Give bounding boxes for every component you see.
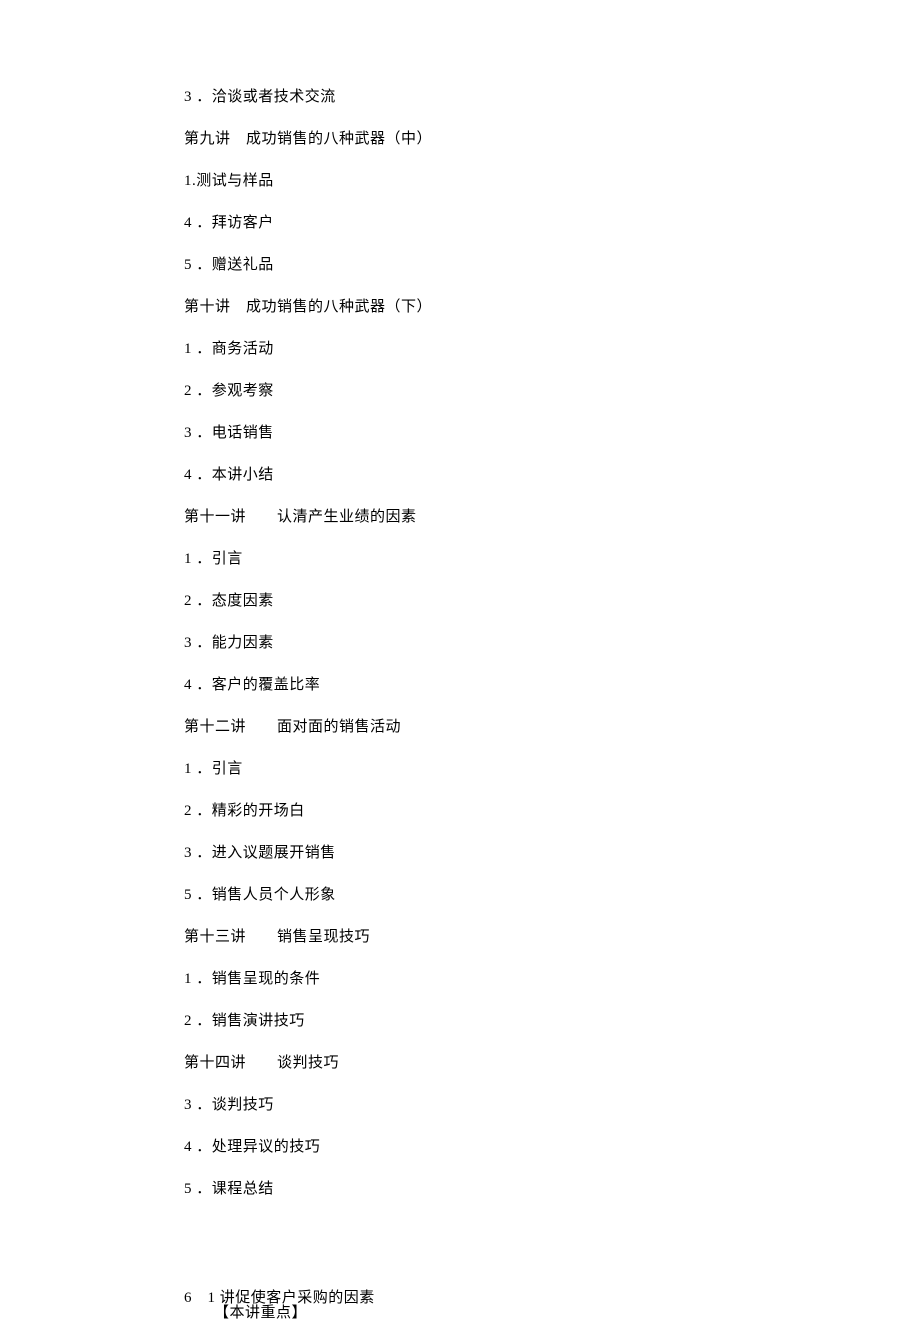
toc-item: 5 ．销售人员个人形象 [184,888,920,903]
toc-item: 4 ．本讲小结 [184,468,920,483]
toc-item: 2 ．精彩的开场白 [184,804,920,819]
toc-item: 4 ．处理异议的技巧 [184,1140,920,1155]
toc-item: 4 ．拜访客户 [184,216,920,231]
toc-item: 1 ．销售呈现的条件 [184,972,920,987]
toc-item: 3 ．谈判技巧 [184,1098,920,1113]
toc-item: 3 ．能力因素 [184,636,920,651]
lecture-heading-10: 第十讲 成功销售的八种武器（下） [184,300,920,315]
blank-spacer [184,1224,920,1264]
toc-item: 3 ．进入议题展开销售 [184,846,920,861]
toc-item: 2 ．参观考察 [184,384,920,399]
lecture-heading-12: 第十二讲 面对面的销售活动 [184,720,920,735]
toc-item: 3 ．电话销售 [184,426,920,441]
lecture-heading-14: 第十四讲 谈判技巧 [184,1056,920,1071]
toc-item: 1 ．商务活动 [184,342,920,357]
lecture-heading-9: 第九讲 成功销售的八种武器（中） [184,132,920,147]
chapter-heading: 6 1 讲促使客户采购的因素 [184,1291,920,1306]
toc-item: 2 ．态度因素 [184,594,920,609]
key-points-heading: 【本讲重点】 [184,1306,920,1321]
toc-item: 3 ．洽谈或者技术交流 [184,90,920,105]
toc-item: 1 ．引言 [184,552,920,567]
lecture-heading-13: 第十三讲 销售呈现技巧 [184,930,920,945]
toc-item: 5 ．课程总结 [184,1182,920,1197]
toc-item: 1 ．引言 [184,762,920,777]
toc-item: 2 ．销售演讲技巧 [184,1014,920,1029]
toc-item: 5 ．赠送礼品 [184,258,920,273]
lecture-heading-11: 第十一讲 认清产生业绩的因素 [184,510,920,525]
toc-item: 4 ．客户的覆盖比率 [184,678,920,693]
toc-item: 1.测试与样品 [184,174,920,189]
